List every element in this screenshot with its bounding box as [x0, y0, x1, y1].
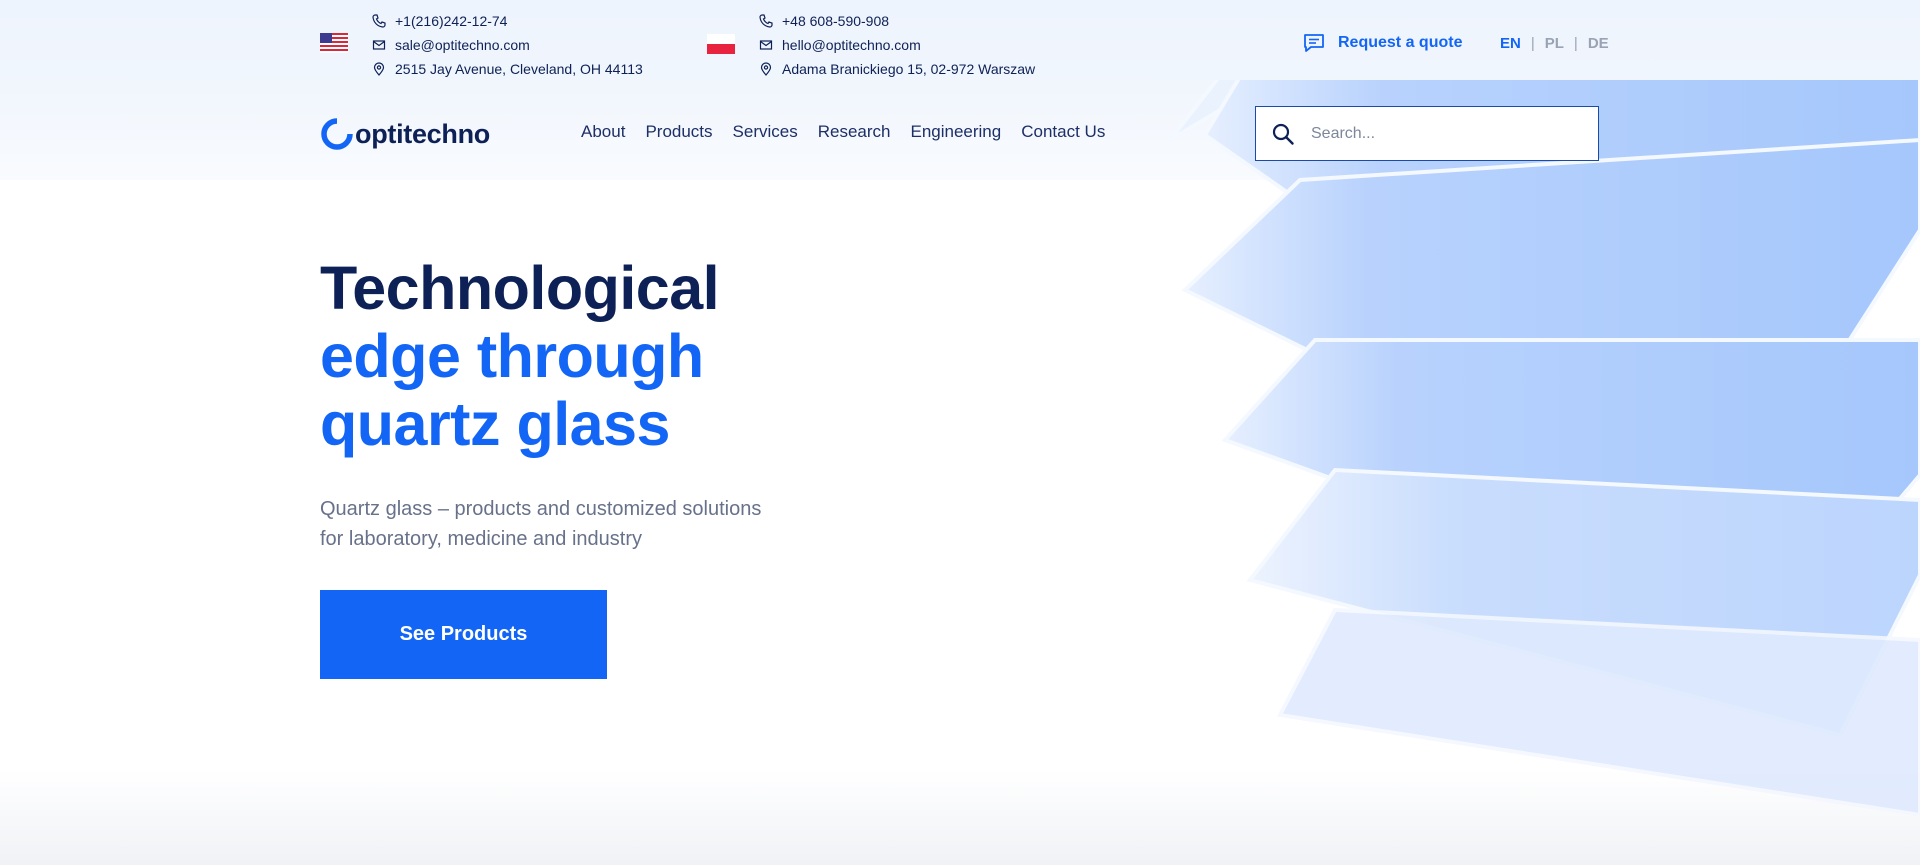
quartz-glass-illustration [1168, 80, 1920, 818]
search-input[interactable] [1309, 123, 1573, 144]
lang-separator: | [1530, 35, 1535, 52]
nav-about[interactable]: About [581, 122, 625, 142]
lang-de[interactable]: DE [1588, 35, 1609, 52]
phone-icon [372, 14, 386, 28]
hero-title-line3: quartz glass [320, 390, 670, 458]
hero-title: Technological edge through quartz glass [320, 254, 1020, 458]
logo-ring-icon [321, 118, 353, 150]
nav-engineering[interactable]: Engineering [910, 122, 1001, 142]
hero-subtitle: Quartz glass – products and customized s… [320, 494, 880, 554]
glass-plate [1276, 607, 1920, 818]
us-flag-icon [320, 33, 348, 53]
top-contact-bar: +1(216)242-12-74 sale@optitechno.com 251… [0, 0, 1920, 90]
logo[interactable]: optitechno [320, 116, 490, 152]
pl-phone: +48 608-590-908 [782, 13, 890, 29]
us-address-row: 2515 Jay Avenue, Cleveland, OH 44113 [372, 57, 643, 81]
pl-address: Adama Branickiego 15, 02-972 Warszaw [782, 61, 1036, 77]
chat-icon [1303, 33, 1325, 53]
us-contacts: +1(216)242-12-74 sale@optitechno.com 251… [372, 9, 643, 81]
us-address: 2515 Jay Avenue, Cleveland, OH 44113 [395, 61, 643, 77]
nav-services[interactable]: Services [733, 122, 798, 142]
mail-icon [372, 38, 386, 52]
location-pin-icon [372, 62, 386, 76]
pl-phone-row[interactable]: +48 608-590-908 [759, 9, 1035, 33]
mail-icon [759, 38, 773, 52]
main-nav: About Products Services Research Enginee… [581, 122, 1125, 142]
nav-products[interactable]: Products [645, 122, 712, 142]
hero-subtitle-line1: Quartz glass – products and customized s… [320, 498, 762, 520]
hero-title-line2: edge through [320, 322, 704, 390]
request-quote-button[interactable]: Request a quote [1303, 33, 1462, 53]
pl-address-row: Adama Branickiego 15, 02-972 Warszaw [759, 57, 1035, 81]
lang-separator: | [1573, 35, 1578, 52]
search-box[interactable] [1255, 106, 1599, 161]
pl-contacts: +48 608-590-908 hello@optitechno.com Ada… [759, 9, 1035, 81]
see-products-button[interactable]: See Products [320, 590, 607, 679]
see-products-label: See Products [399, 623, 528, 645]
search-icon[interactable] [1271, 122, 1295, 146]
us-email-row[interactable]: sale@optitechno.com [372, 33, 643, 57]
location-pin-icon [759, 62, 773, 76]
nav-research[interactable]: Research [818, 122, 891, 142]
lang-pl[interactable]: PL [1545, 35, 1564, 52]
us-email: sale@optitechno.com [395, 37, 530, 53]
poland-flag-icon [707, 34, 735, 54]
language-switcher: EN | PL | DE [1500, 35, 1609, 52]
hero-subtitle-line2: for laboratory, medicine and industry [320, 528, 643, 550]
pl-email: hello@optitechno.com [782, 37, 921, 53]
logo-text: optitechno [355, 118, 490, 149]
hero-title-line1: Technological [320, 254, 720, 322]
lang-en[interactable]: EN [1500, 35, 1521, 52]
pl-email-row[interactable]: hello@optitechno.com [759, 33, 1035, 57]
phone-icon [759, 14, 773, 28]
nav-contact-us[interactable]: Contact Us [1021, 122, 1105, 142]
us-phone-row[interactable]: +1(216)242-12-74 [372, 9, 643, 33]
request-quote-label: Request a quote [1338, 34, 1463, 51]
us-phone: +1(216)242-12-74 [395, 13, 508, 29]
